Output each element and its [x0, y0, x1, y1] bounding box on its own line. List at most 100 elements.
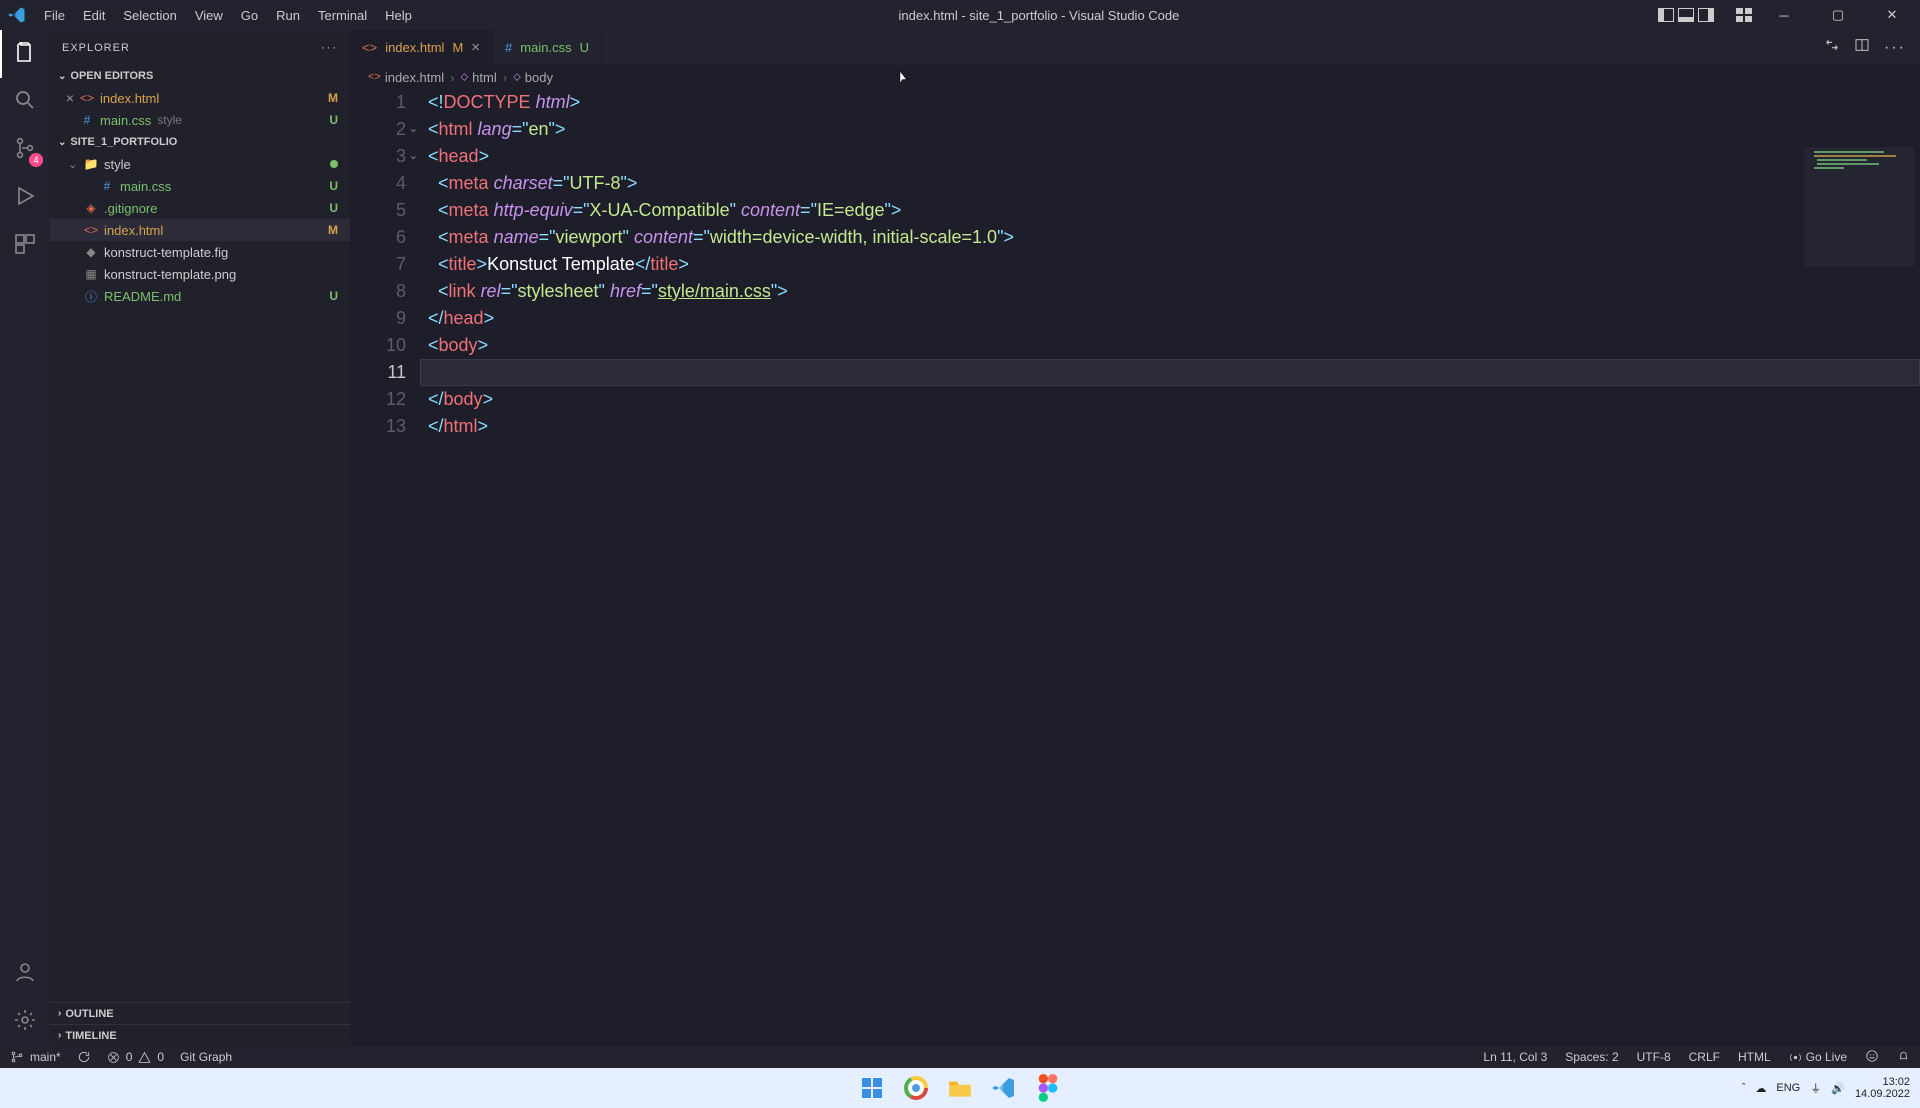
file-tree-item[interactable]: ◆konstruct-template.fig [50, 241, 350, 263]
minimap[interactable] [1804, 147, 1914, 297]
line-number[interactable]: 11 [350, 359, 406, 386]
file-tree-item[interactable]: ⓘREADME.mdU [50, 285, 350, 307]
code-line[interactable]: </body> [420, 386, 1920, 413]
file-tree-item[interactable]: ◈.gitignoreU [50, 197, 350, 219]
status-spaces[interactable]: Spaces: 2 [1565, 1050, 1618, 1064]
tray-lang[interactable]: ENG [1776, 1082, 1800, 1094]
line-number[interactable]: ⌄2 [350, 116, 406, 143]
breadcrumb[interactable]: <>index.html›⬦html›⬦body [350, 65, 1920, 89]
file-tree-item[interactable]: #main.cssU [50, 175, 350, 197]
code-line[interactable]: <link rel="stylesheet" href="style/main.… [420, 278, 1920, 305]
taskbar-explorer[interactable] [945, 1073, 975, 1103]
status-position[interactable]: Ln 11, Col 3 [1483, 1050, 1547, 1064]
code-line[interactable]: <meta http-equiv="X-UA-Compatible" conte… [420, 197, 1920, 224]
menu-edit[interactable]: Edit [75, 4, 113, 27]
code-editor[interactable]: 1⌄2⌄345678910111213 <!DOCTYPE html><html… [350, 89, 1920, 1046]
taskbar-start[interactable] [857, 1073, 887, 1103]
code-line[interactable]: <title>Konstuct Template</title> [420, 251, 1920, 278]
breadcrumb-item[interactable]: <>index.html [368, 70, 444, 85]
open-editors-header[interactable]: ⌄ OPEN EDITORS [50, 65, 350, 87]
project-header[interactable]: ⌄ SITE_1_PORTFOLIO [50, 131, 350, 153]
minimize-button[interactable]: ─ [1762, 0, 1806, 30]
line-number[interactable]: 10 [350, 332, 406, 359]
menu-selection[interactable]: Selection [115, 4, 184, 27]
status-encoding[interactable]: UTF-8 [1637, 1050, 1671, 1064]
menu-view[interactable]: View [187, 4, 231, 27]
system-tray[interactable]: ˆ ☁ ENG ⏚ 🔊 13:02 14.09.2022 [1742, 1076, 1910, 1100]
breadcrumb-item[interactable]: ⬦body [513, 70, 553, 85]
code-line[interactable] [420, 359, 1920, 386]
line-number[interactable]: 4 [350, 170, 406, 197]
status-bell-icon[interactable] [1897, 1049, 1910, 1065]
status-git-graph[interactable]: Git Graph [180, 1050, 232, 1064]
code-line[interactable]: </head> [420, 305, 1920, 332]
toggle-secondary-sidebar-icon[interactable] [1698, 8, 1714, 22]
compare-icon[interactable] [1824, 37, 1840, 58]
status-language[interactable]: HTML [1738, 1050, 1771, 1064]
split-editor-icon[interactable] [1854, 37, 1870, 58]
toggle-primary-sidebar-icon[interactable] [1658, 8, 1674, 22]
file-tree-item[interactable]: <>index.htmlM [50, 219, 350, 241]
menu-help[interactable]: Help [377, 4, 420, 27]
more-actions-icon[interactable]: ··· [1884, 39, 1906, 57]
file-tree-item[interactable]: ⌄📁style [50, 153, 350, 175]
open-editor-item[interactable]: ×<>index.htmlM [50, 87, 350, 109]
activity-explorer[interactable] [0, 30, 50, 78]
menu-file[interactable]: File [36, 4, 73, 27]
code-line[interactable]: <!DOCTYPE html> [420, 89, 1920, 116]
status-branch[interactable]: main* [10, 1050, 61, 1064]
line-number[interactable]: 8 [350, 278, 406, 305]
toggle-panel-icon[interactable] [1678, 8, 1694, 22]
more-icon[interactable]: ··· [321, 42, 338, 54]
breadcrumb-item[interactable]: ⬦html [460, 70, 496, 85]
file-tree-item[interactable]: ▦konstruct-template.png [50, 263, 350, 285]
activity-accounts[interactable] [0, 950, 50, 998]
open-editor-item[interactable]: #main.cssstyleU [50, 109, 350, 131]
code-line[interactable]: <head> [420, 143, 1920, 170]
close-button[interactable]: ✕ [1870, 0, 1914, 30]
line-number[interactable]: 12 [350, 386, 406, 413]
layout-grid-icon[interactable] [1736, 8, 1752, 22]
code-line[interactable]: <meta name="viewport" content="width=dev… [420, 224, 1920, 251]
taskbar-chrome[interactable] [901, 1073, 931, 1103]
line-number[interactable]: 9 [350, 305, 406, 332]
timeline-header[interactable]: › TIMELINE [50, 1024, 350, 1046]
code-line[interactable]: <meta charset="UTF-8"> [420, 170, 1920, 197]
activity-extensions[interactable] [0, 222, 50, 270]
activity-source-control[interactable]: 4 [0, 126, 50, 174]
taskbar-figma[interactable] [1033, 1073, 1063, 1103]
editor-tab[interactable]: #main.cssU [493, 30, 602, 65]
code-line[interactable]: <html lang="en"> [420, 116, 1920, 143]
line-number[interactable]: 13 [350, 413, 406, 440]
line-number[interactable]: 7 [350, 251, 406, 278]
menu-run[interactable]: Run [268, 4, 308, 27]
line-number[interactable]: ⌄3 [350, 143, 406, 170]
close-icon[interactable]: × [62, 90, 78, 106]
outline-header[interactable]: › OUTLINE [50, 1002, 350, 1024]
status-sync[interactable] [77, 1050, 91, 1064]
close-icon[interactable]: × [471, 39, 480, 56]
status-problems[interactable]: 0 0 [107, 1050, 164, 1064]
line-number[interactable]: 5 [350, 197, 406, 224]
code-line[interactable]: </html> [420, 413, 1920, 440]
tray-volume-icon[interactable]: 🔊 [1831, 1082, 1845, 1095]
menu-terminal[interactable]: Terminal [310, 4, 375, 27]
activity-settings[interactable] [0, 998, 50, 1046]
taskbar-vscode[interactable] [989, 1073, 1019, 1103]
fold-icon[interactable]: ⌄ [406, 143, 418, 170]
activity-run-debug[interactable] [0, 174, 50, 222]
tray-clock[interactable]: 13:02 14.09.2022 [1855, 1076, 1910, 1100]
status-eol[interactable]: CRLF [1689, 1050, 1720, 1064]
activity-search[interactable] [0, 78, 50, 126]
status-golive[interactable]: Go Live [1789, 1050, 1847, 1064]
line-number[interactable]: 6 [350, 224, 406, 251]
maximize-button[interactable]: ▢ [1816, 0, 1860, 30]
editor-tab[interactable]: <>index.htmlM× [350, 30, 493, 65]
tray-wifi-icon[interactable]: ⏚ [1810, 1080, 1821, 1096]
code-line[interactable]: <body> [420, 332, 1920, 359]
line-number[interactable]: 1 [350, 89, 406, 116]
tray-chevron-up-icon[interactable]: ˆ [1742, 1082, 1746, 1094]
fold-icon[interactable]: ⌄ [406, 116, 418, 143]
tray-onedrive-icon[interactable]: ☁ [1755, 1082, 1766, 1095]
menu-go[interactable]: Go [233, 4, 266, 27]
